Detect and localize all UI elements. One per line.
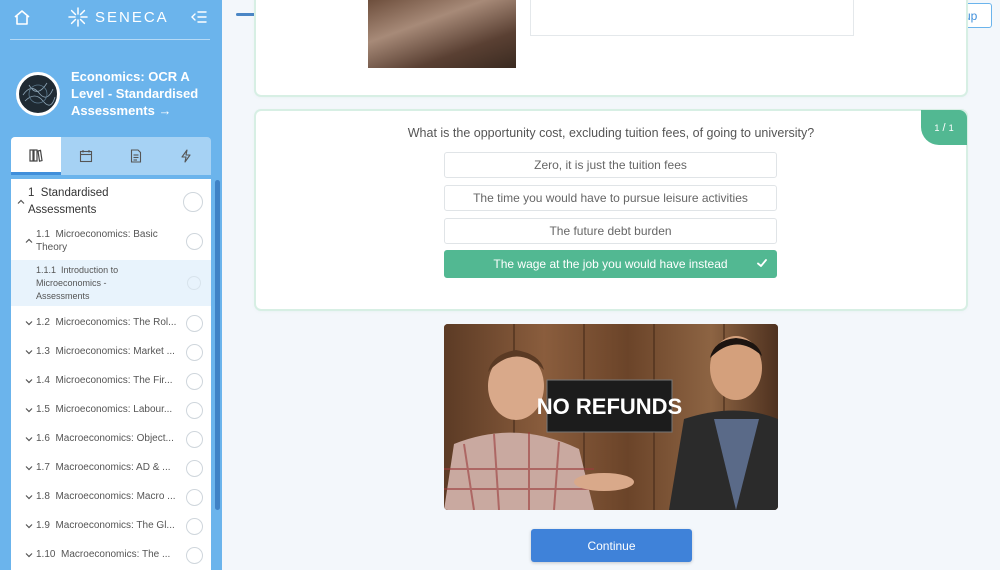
counter-current: 1 [934,122,940,133]
answer-option-4[interactable]: The wage at the job you would have inste… [444,250,777,278]
answer-label: The time you would have to pursue leisur… [473,191,748,205]
chevron-down-icon [25,349,33,354]
course-avatar [16,72,60,116]
progress-circle [187,276,201,290]
outline-item-1-1[interactable]: 1.1 Microeconomics: Basic Theory [11,223,211,259]
document-icon [130,149,142,163]
chevron-down-icon [25,465,33,470]
outline-label: 1.1.1 Introduction to Microeconomics - A… [36,265,119,301]
chevron-down-icon [25,378,33,383]
previous-answer-field [530,0,854,36]
outline-label: 1.4 Microeconomics: The Fir... [36,375,173,386]
outline-label: 1.8 Macroeconomics: Macro ... [36,491,176,502]
outline-item-1-7[interactable]: 1.7 Macroeconomics: AD & ... [11,453,211,482]
tab-lightning[interactable] [161,137,211,175]
outline-label: 1.1 Microeconomics: Basic Theory [36,229,158,253]
chevron-down-icon [25,320,33,325]
home-icon[interactable] [12,8,32,28]
chevron-down-icon [25,523,33,528]
chevron-down-icon [25,407,33,412]
outline-label: 1.2 Microeconomics: The Rol... [36,317,177,328]
answer-option-1[interactable]: Zero, it is just the tuition fees [444,152,777,178]
tab-calendar[interactable] [61,137,111,175]
chevron-down-icon [25,552,33,557]
lightning-icon [181,149,191,163]
outline-label: 1.6 Macroeconomics: Object... [36,433,174,444]
meme-gif-image: NO REFUNDS [444,324,778,510]
chevron-up-icon [25,238,33,243]
outline-label: 1.3 Microeconomics: Market ... [36,346,175,357]
seneca-logo[interactable]: SENECA [67,6,169,28]
course-title[interactable]: Economics: OCR A Level - Standardised As… [71,68,211,119]
answer-label: The future debt burden [549,224,672,238]
outline-item-1-1-1[interactable]: 1.1.1 Introduction to Microeconomics - A… [11,260,211,306]
calendar-icon [79,150,93,163]
outline-label: 1 Standardised Assessments [28,187,109,216]
sidebar-tabs [11,137,211,175]
outline-label: 1.7 Macroeconomics: AD & ... [36,462,171,473]
chevron-down-icon [25,436,33,441]
continue-button[interactable]: Continue [531,529,692,562]
progress-circle [186,488,203,506]
sign-text: NO REFUNDS [537,394,682,419]
outline-item-1-10[interactable]: 1.10 Macroeconomics: The ... [11,540,211,569]
outline-label: 1.9 Macroeconomics: The Gl... [36,520,175,531]
progress-circle [183,192,203,212]
outline-item-1-8[interactable]: 1.8 Macroeconomics: Macro ... [11,482,211,511]
sidebar-divider [10,39,210,40]
progress-circle [186,459,203,477]
outline-item-1-4[interactable]: 1.4 Microeconomics: The Fir... [11,366,211,395]
course-outline: 1 Standardised Assessments 1.1 Microecon… [11,179,211,570]
previous-gif-image [368,0,516,68]
outline-item-1-9[interactable]: 1.9 Macroeconomics: The Gl... [11,511,211,540]
progress-circle [186,517,203,535]
collapse-sidebar-icon[interactable] [190,8,208,26]
answer-option-2[interactable]: The time you would have to pursue leisur… [444,185,777,211]
progress-circle [186,401,203,419]
outline-item-1[interactable]: 1 Standardised Assessments [11,183,211,221]
answer-option-3[interactable]: The future debt burden [444,218,777,244]
outline-item-1-6[interactable]: 1.6 Macroeconomics: Object... [11,424,211,453]
sidebar-topbar: SENECA [0,0,222,38]
seneca-logo-icon [68,7,88,27]
progress-circle [186,372,203,390]
tab-document[interactable] [111,137,161,175]
outline-item-1-5[interactable]: 1.5 Microeconomics: Labour... [11,395,211,424]
logo-text: SENECA [95,8,169,26]
outline-label: 1.5 Microeconomics: Labour... [36,404,173,415]
tab-books[interactable] [11,137,61,175]
question-text: What is the opportunity cost, excluding … [407,126,815,140]
chevron-up-icon [17,199,25,204]
outline-scrollbar[interactable] [215,180,220,510]
answer-label: Zero, it is just the tuition fees [534,158,687,172]
outline-label: 1.10 Macroeconomics: The ... [36,549,171,560]
progress-circle [186,430,203,448]
previous-question-card [256,0,966,95]
check-icon [757,259,767,267]
course-header[interactable]: Economics: OCR A Level - Standardised As… [14,68,214,124]
progress-circle [186,343,203,361]
books-icon [29,148,43,162]
question-card: What is the opportunity cost, excluding … [256,111,966,309]
progress-circle [186,546,203,564]
chevron-down-icon [25,494,33,499]
sidebar: SENECA Economics: OCR A Level - Standard… [0,0,222,570]
counter-total: 1 [948,122,954,133]
outline-item-1-2[interactable]: 1.2 Microeconomics: The Rol... [11,308,211,337]
answer-label: The wage at the job you would have inste… [493,257,728,271]
question-counter-badge: 1 / 1 [921,110,967,145]
progress-circle [186,233,203,250]
outline-item-1-3[interactable]: 1.3 Microeconomics: Market ... [11,337,211,366]
progress-circle [186,314,203,332]
